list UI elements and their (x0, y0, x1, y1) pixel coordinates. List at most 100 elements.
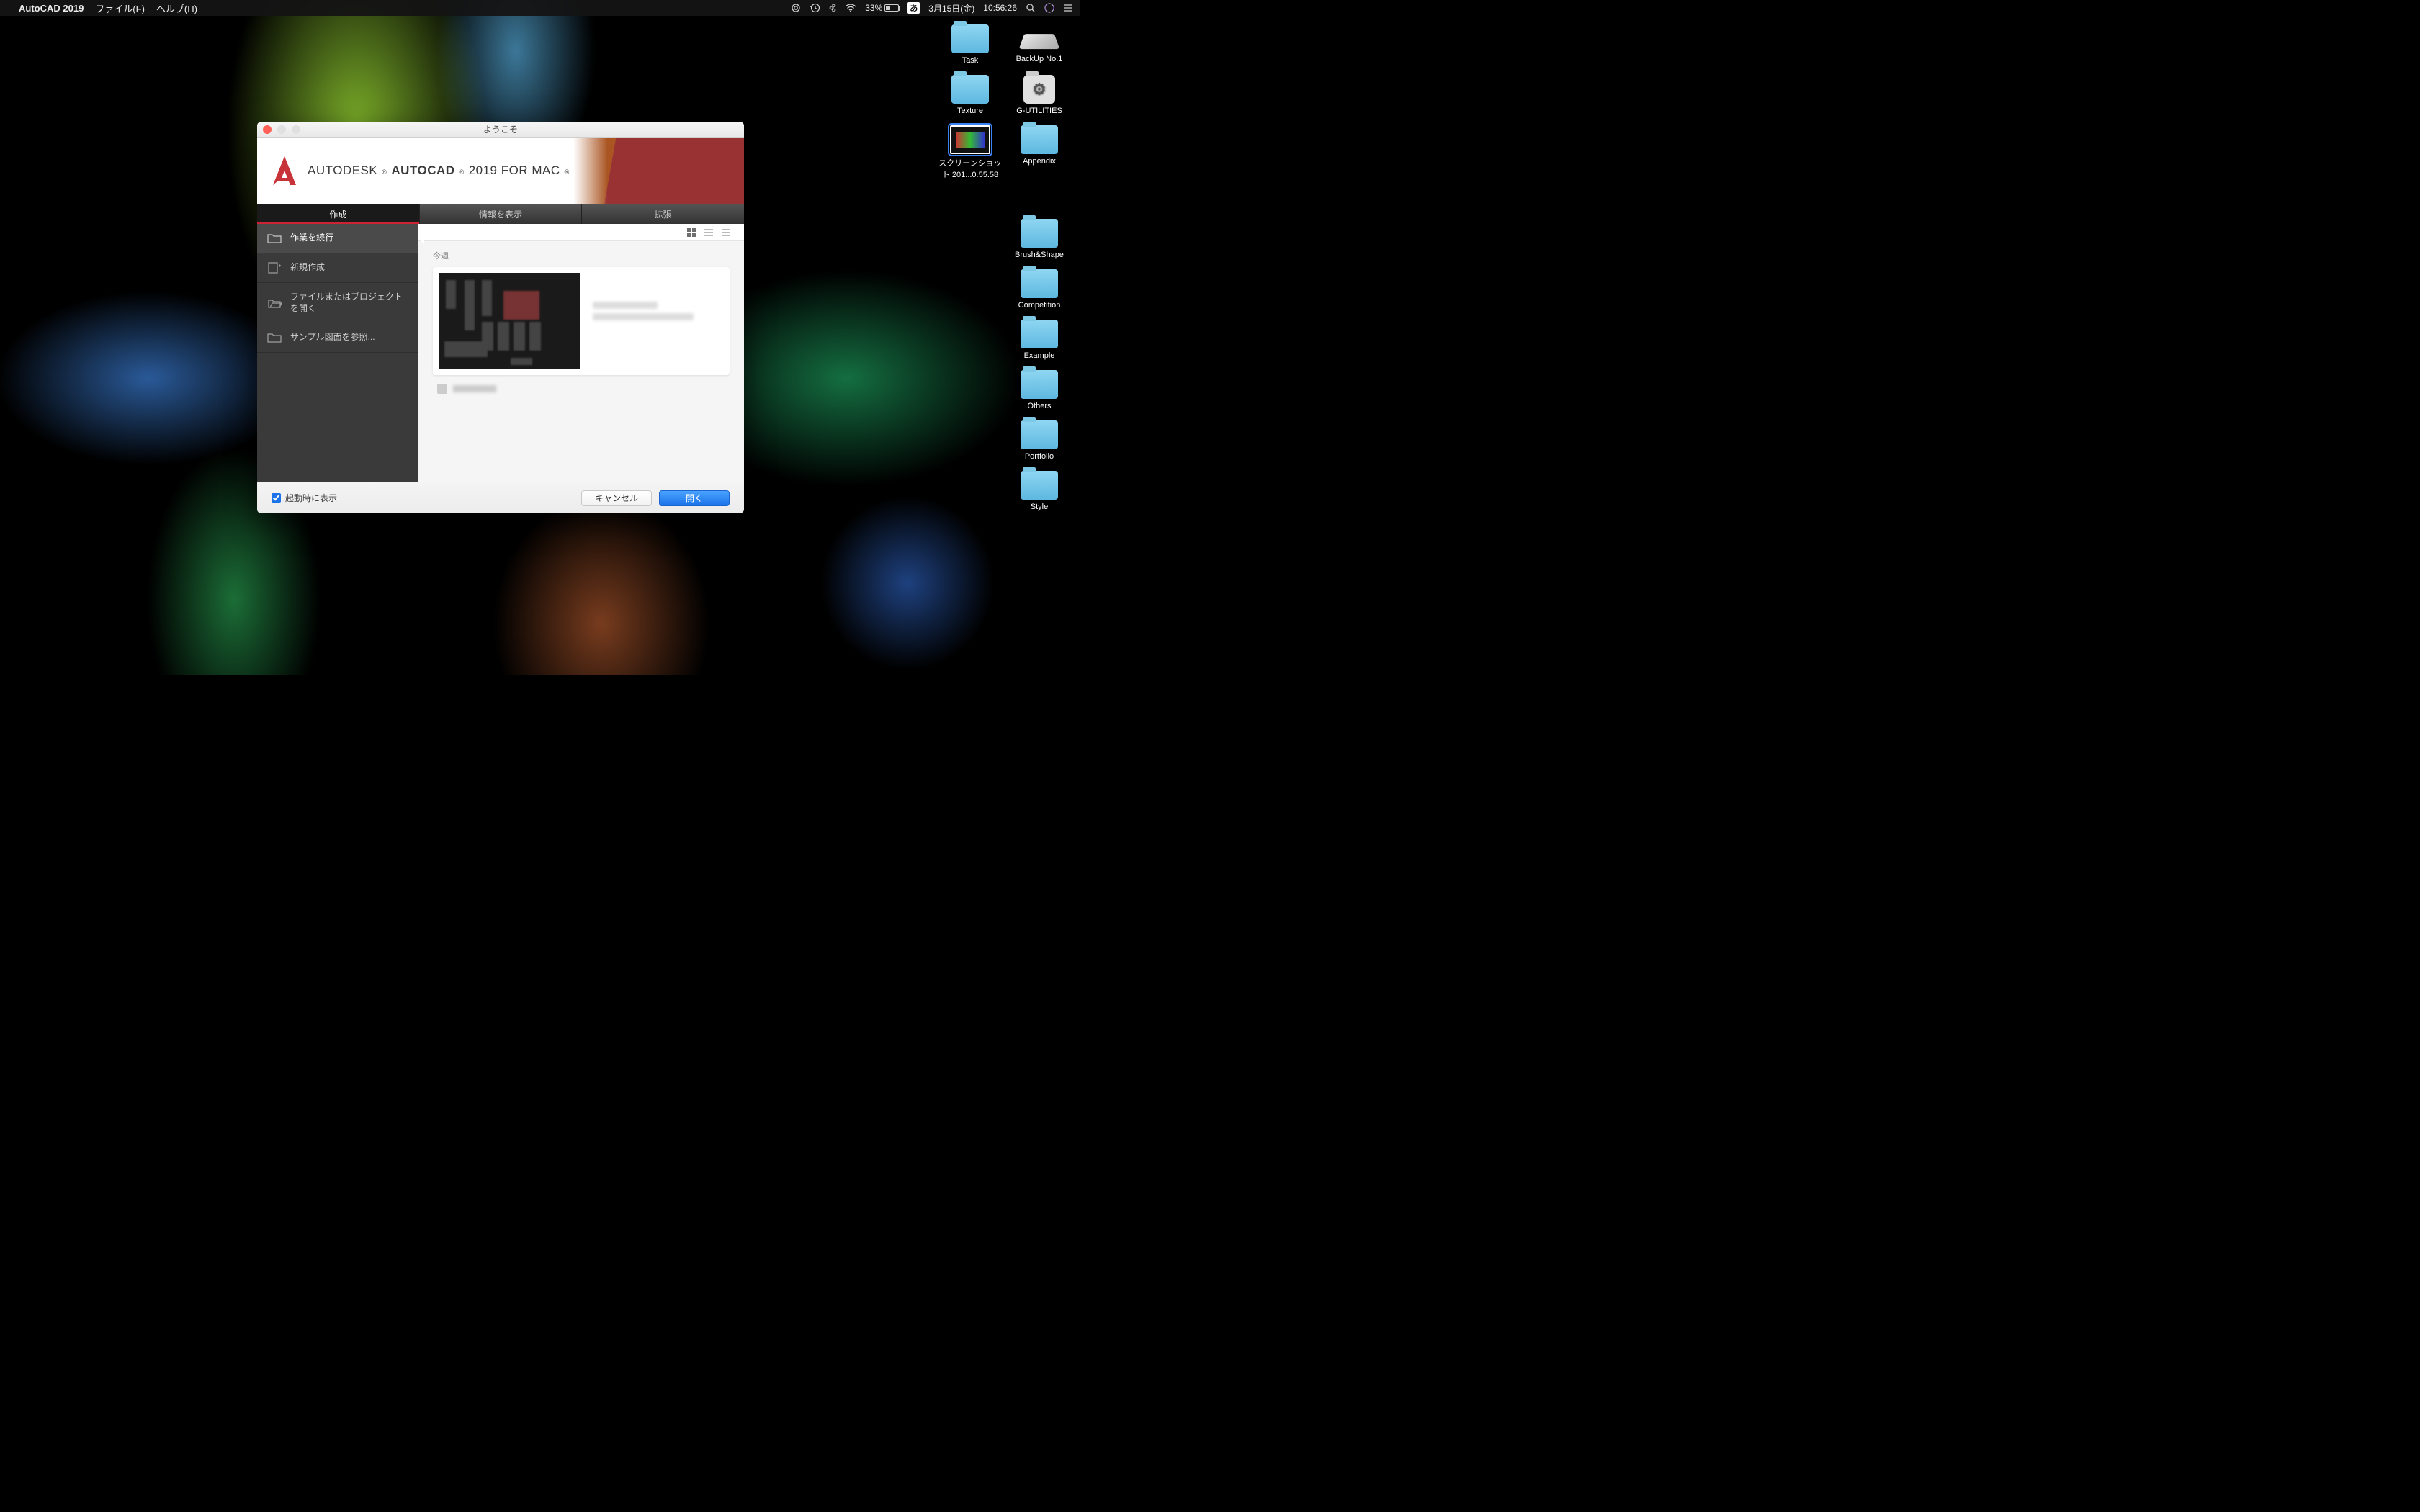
menu-help[interactable]: ヘルプ(H) (156, 1, 197, 15)
desktop-folder-portfolio[interactable]: Portfolio (1007, 418, 1072, 464)
view-grid-icon[interactable] (686, 228, 696, 238)
open-file-icon (267, 297, 282, 309)
desktop-icon-label: Texture (957, 107, 983, 115)
menubar-app-name[interactable]: AutoCAD 2019 (19, 3, 84, 14)
desktop-icon-label: スクリーンショット 201...0.55.58 (938, 157, 1003, 180)
recent-files-area: 今週 (418, 241, 744, 482)
time-group-heading: 今週 (433, 250, 730, 261)
sidebar-item-label: サンプル図面を参照... (290, 332, 375, 343)
close-button[interactable] (263, 125, 272, 134)
desktop-icon-label: Portfolio (1025, 452, 1054, 461)
cancel-button[interactable]: キャンセル (581, 490, 652, 506)
brand-product: AUTOCAD (391, 163, 454, 178)
tab-label: 作成 (329, 208, 346, 220)
registered-mark: ® (565, 168, 570, 176)
desktop-folder-texture[interactable]: Texture (938, 72, 1003, 118)
brand-company: AUTODESK (308, 163, 377, 178)
dialog-tabs: 作成 情報を表示 拡張 (257, 204, 744, 224)
view-detail-icon[interactable] (721, 228, 731, 238)
file-meta-line (593, 302, 658, 309)
startup-checkbox-text: 起動時に表示 (285, 492, 337, 504)
menubar: AutoCAD 2019 ファイル(F) ヘルプ(H) 33% あ 3月15日(… (0, 0, 1080, 16)
startup-checkbox-label[interactable]: 起動時に表示 (272, 492, 337, 504)
menu-file[interactable]: ファイル(F) (95, 1, 145, 15)
desktop-icon-label: Competition (1018, 301, 1061, 310)
file-type-icon (437, 384, 447, 394)
recent-file-card[interactable] (433, 267, 730, 375)
view-list-icon[interactable] (704, 228, 714, 238)
dialog-body: 作業を続行 新規作成 ファイルまたはプロジェクトを開く サンプル図面を参照... (257, 224, 744, 482)
desktop-folder-others[interactable]: Others (1007, 367, 1072, 413)
desktop-screenshot-file[interactable]: スクリーンショット 201...0.55.58 (938, 122, 1003, 183)
sidebar-item-label: 作業を続行 (290, 233, 333, 244)
tab-label: 情報を表示 (479, 208, 522, 220)
registered-mark: ® (382, 168, 387, 176)
desktop-icon-label: Example (1024, 351, 1055, 360)
desktop-icon-label: Brush&Shape (1015, 251, 1064, 259)
autocad-logo-icon (272, 155, 297, 186)
dialog-content: 今週 (418, 224, 744, 482)
wifi-icon[interactable] (845, 4, 856, 12)
file-metadata (593, 273, 694, 320)
new-file-icon (267, 262, 282, 274)
creative-cloud-icon[interactable] (790, 3, 802, 13)
startup-checkbox[interactable] (272, 493, 281, 503)
tab-create[interactable]: 作成 (257, 204, 419, 224)
desktop-folder-competition[interactable]: Competition (1007, 266, 1072, 312)
dialog-titlebar[interactable]: ようこそ (257, 122, 744, 138)
folder-icon (1021, 269, 1058, 298)
menubar-date[interactable]: 3月15日(金) (928, 2, 974, 14)
desktop-disk-backup[interactable]: BackUp No.1 (1007, 22, 1072, 68)
desktop-folder-task[interactable]: Task (938, 22, 1003, 68)
desktop-icon-label: Others (1027, 402, 1051, 410)
desktop-folder-utilities[interactable]: G-UTILITIES (1007, 72, 1072, 118)
folder-icon (267, 233, 282, 244)
notification-center-icon[interactable] (1063, 4, 1073, 12)
desktop-icon-label: Style (1031, 503, 1048, 511)
open-button[interactable]: 開く (659, 490, 730, 506)
menubar-time[interactable]: 10:56:26 (983, 3, 1017, 13)
file-name (453, 385, 496, 392)
sidebar-item-label: ファイルまたはプロジェクトを開く (290, 292, 408, 314)
tab-label: 拡張 (655, 208, 672, 220)
desktop-folder-appendix[interactable]: Appendix (1007, 122, 1072, 183)
folder-icon (951, 75, 989, 104)
battery-icon (884, 4, 899, 12)
view-toggle-bar (418, 224, 744, 241)
battery-status[interactable]: 33% (865, 3, 899, 13)
spotlight-icon[interactable] (1026, 3, 1036, 13)
sample-folder-icon (267, 332, 282, 343)
sidebar-item-samples[interactable]: サンプル図面を参照... (257, 323, 418, 353)
folder-icon (1021, 219, 1058, 248)
desktop-icons-column: Brush&Shape Competition Example Others P… (1007, 216, 1072, 514)
tab-learn[interactable]: 情報を表示 (420, 204, 582, 224)
registered-mark: ® (460, 168, 465, 176)
file-caption (433, 379, 730, 398)
battery-percent: 33% (865, 3, 882, 13)
folder-icon (1021, 125, 1058, 154)
sidebar-item-open[interactable]: ファイルまたはプロジェクトを開く (257, 283, 418, 323)
sidebar-item-new[interactable]: 新規作成 (257, 253, 418, 283)
tab-extend[interactable]: 拡張 (582, 204, 744, 224)
ime-indicator[interactable]: あ (908, 2, 920, 14)
sidebar-item-continue[interactable]: 作業を続行 (257, 224, 418, 253)
siri-icon[interactable] (1044, 3, 1054, 13)
desktop-folder-style[interactable]: Style (1007, 468, 1072, 514)
brand-text: AUTODESK® AUTOCAD® 2019 FOR MAC® (308, 163, 570, 178)
folder-icon (1021, 420, 1058, 449)
maximize-button[interactable] (292, 125, 300, 134)
utilities-folder-icon (1023, 75, 1055, 104)
folder-icon (1021, 320, 1058, 348)
desktop-icon-label: Task (962, 56, 979, 65)
file-thumbnail (439, 273, 580, 369)
desktop-folder-brushshape[interactable]: Brush&Shape (1007, 216, 1072, 262)
time-machine-icon[interactable] (810, 3, 820, 13)
disk-icon (1019, 34, 1060, 49)
brand-header: AUTODESK® AUTOCAD® 2019 FOR MAC® (257, 138, 744, 204)
sidebar-item-label: 新規作成 (290, 262, 325, 274)
window-controls (263, 125, 300, 134)
bluetooth-icon[interactable] (829, 3, 836, 13)
desktop-folder-example[interactable]: Example (1007, 317, 1072, 363)
welcome-dialog: ようこそ AUTODESK® AUTOCAD® 2019 FOR MAC® 作成… (257, 122, 744, 513)
minimize-button[interactable] (277, 125, 286, 134)
